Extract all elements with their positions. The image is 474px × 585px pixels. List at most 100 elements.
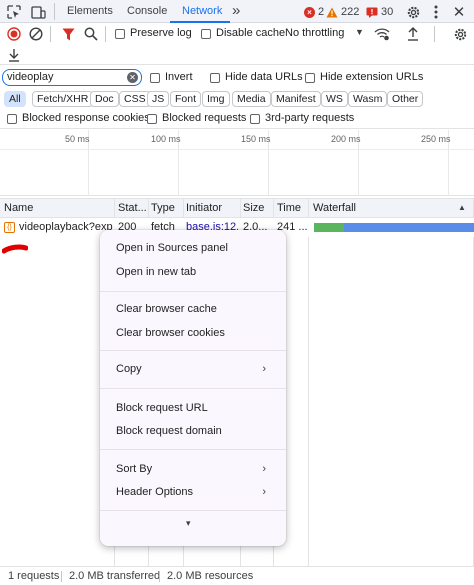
column-header-time[interactable]: Time: [277, 199, 307, 218]
network-settings-gear-icon[interactable]: [451, 25, 469, 43]
close-icon[interactable]: ✕: [450, 3, 468, 21]
third-party-checkbox[interactable]: [250, 114, 260, 124]
menu-separator: [100, 291, 286, 292]
hide-extension-urls-checkbox[interactable]: [305, 73, 315, 83]
warning-count-badge[interactable]: 222: [326, 4, 359, 20]
warning-count: 222: [341, 6, 360, 18]
column-header-waterfall[interactable]: Waterfall: [313, 199, 413, 218]
disable-cache-checkbox[interactable]: [201, 29, 211, 39]
overview-tick-label: 100 ms: [151, 134, 181, 144]
type-filter-css[interactable]: CSS: [119, 91, 151, 107]
type-filter-wasm[interactable]: Wasm: [348, 91, 388, 107]
column-header-size[interactable]: Size: [243, 199, 271, 218]
more-options-icon[interactable]: [427, 3, 445, 21]
blocked-requests-label: Blocked requests: [162, 112, 247, 124]
menu-item-sort-by[interactable]: Sort By ›: [100, 458, 286, 480]
blocked-requests-checkbox[interactable]: [147, 114, 157, 124]
inspect-element-icon[interactable]: [5, 3, 23, 21]
menu-separator: [100, 350, 286, 351]
tab-elements[interactable]: Elements: [67, 0, 113, 23]
device-toolbar-icon[interactable]: [29, 3, 47, 21]
column-header-name[interactable]: Name: [4, 199, 112, 218]
menu-item-copy-label: Copy: [116, 363, 142, 375]
menu-item-clear-cache[interactable]: Clear browser cache: [100, 298, 286, 320]
menu-scroll-down-icon[interactable]: ▾: [186, 518, 191, 529]
hide-data-urls-checkbox[interactable]: [210, 73, 220, 83]
type-filter-media[interactable]: Media: [232, 91, 271, 107]
settings-gear-icon[interactable]: [404, 3, 422, 21]
menu-item-block-url[interactable]: Block request URL: [100, 397, 286, 419]
column-header-type[interactable]: Type: [151, 199, 183, 218]
divider: [434, 26, 435, 42]
overview-tick-label: 150 ms: [241, 134, 271, 144]
chevron-down-icon[interactable]: ▼: [355, 27, 364, 37]
search-icon[interactable]: [82, 25, 100, 43]
overview-divider: [0, 149, 474, 150]
filter-funnel-icon[interactable]: [59, 25, 77, 43]
type-filter-js[interactable]: JS: [147, 91, 170, 107]
request-count: 1 requests: [8, 570, 60, 582]
menu-item-block-domain[interactable]: Block request domain: [100, 420, 286, 442]
blocking-filter-row: Blocked response cookies Blocked request…: [0, 109, 474, 129]
preserve-log-checkbox[interactable]: [115, 29, 125, 39]
type-filter-all[interactable]: All: [4, 91, 26, 107]
network-overview-timeline[interactable]: 50 ms 100 ms 150 ms 200 ms 250 ms: [0, 130, 474, 196]
column-header-status[interactable]: Stat...: [118, 199, 148, 218]
type-filter-font[interactable]: Font: [170, 91, 202, 107]
disable-cache-label: Disable cache: [216, 27, 286, 39]
type-filter-ws[interactable]: WS: [321, 91, 348, 107]
type-filter-fetch-xhr[interactable]: Fetch/XHR: [32, 91, 94, 107]
type-filter-img[interactable]: Img: [202, 91, 230, 107]
blocked-cookies-checkbox[interactable]: [7, 114, 17, 124]
menu-item-copy[interactable]: Copy ›: [100, 358, 286, 380]
hide-extension-urls-label: Hide extension URLs: [320, 71, 424, 83]
tab-network[interactable]: Network: [182, 0, 222, 23]
chevron-right-icon: ›: [262, 363, 266, 375]
blocked-cookies-label: Blocked response cookies: [22, 112, 150, 124]
import-har-icon[interactable]: [404, 25, 422, 43]
chevron-right-icon: ›: [262, 463, 266, 475]
column-header-initiator[interactable]: Initiator: [186, 199, 238, 218]
menu-item-open-new-tab[interactable]: Open in new tab: [100, 261, 286, 283]
filter-row: videoplay ✕ Invert Hide data URLs Hide e…: [0, 67, 474, 89]
issues-count: 30: [381, 6, 394, 18]
menu-item-sort-by-label: Sort By: [116, 463, 153, 475]
record-stop-icon[interactable]: [5, 25, 23, 43]
type-filter-doc[interactable]: Doc: [90, 91, 119, 107]
menu-separator: [100, 388, 286, 389]
tab-console[interactable]: Console: [127, 0, 167, 23]
waterfall-waiting-bar: [314, 223, 344, 232]
type-filter-other[interactable]: Other: [387, 91, 424, 107]
more-tabs-button[interactable]: »: [232, 0, 240, 23]
sort-ascending-icon: ▲: [458, 203, 466, 212]
divider: [54, 3, 55, 20]
overview-tick-label: 50 ms: [65, 134, 90, 144]
export-har-icon[interactable]: [5, 46, 23, 64]
warning-icon: [326, 7, 338, 17]
divider: [50, 26, 51, 42]
menu-item-clear-cookies[interactable]: Clear browser cookies: [100, 322, 286, 344]
clear-filter-icon[interactable]: ✕: [127, 72, 138, 83]
preserve-log-label: Preserve log: [130, 27, 192, 39]
issues-count-badge[interactable]: 30: [366, 4, 393, 20]
overview-tick-label: 250 ms: [421, 134, 451, 144]
context-menu: Open in Sources panel Open in new tab Cl…: [100, 230, 286, 546]
error-count-badge[interactable]: × 2: [304, 4, 324, 20]
filter-input[interactable]: videoplay: [2, 69, 142, 86]
clear-log-icon[interactable]: [27, 25, 45, 43]
request-name: videoplayback?exp: [19, 221, 113, 233]
menu-item-header-options[interactable]: Header Options ›: [100, 481, 286, 503]
red-annotation-scribble: [2, 244, 28, 254]
filter-input-value: videoplay: [7, 71, 54, 83]
third-party-label: 3rd-party requests: [265, 112, 355, 124]
column-separator[interactable]: [308, 198, 309, 566]
type-filter-manifest[interactable]: Manifest: [271, 91, 321, 107]
throttling-select[interactable]: No throttling: [285, 27, 344, 39]
invert-checkbox[interactable]: [150, 73, 160, 83]
network-toolbar-secondary: [0, 45, 474, 65]
error-icon: ×: [304, 6, 315, 18]
issues-icon: [366, 7, 378, 18]
menu-item-open-sources[interactable]: Open in Sources panel: [100, 237, 286, 259]
chevron-right-icon: ›: [262, 486, 266, 498]
network-conditions-icon[interactable]: [373, 25, 391, 43]
